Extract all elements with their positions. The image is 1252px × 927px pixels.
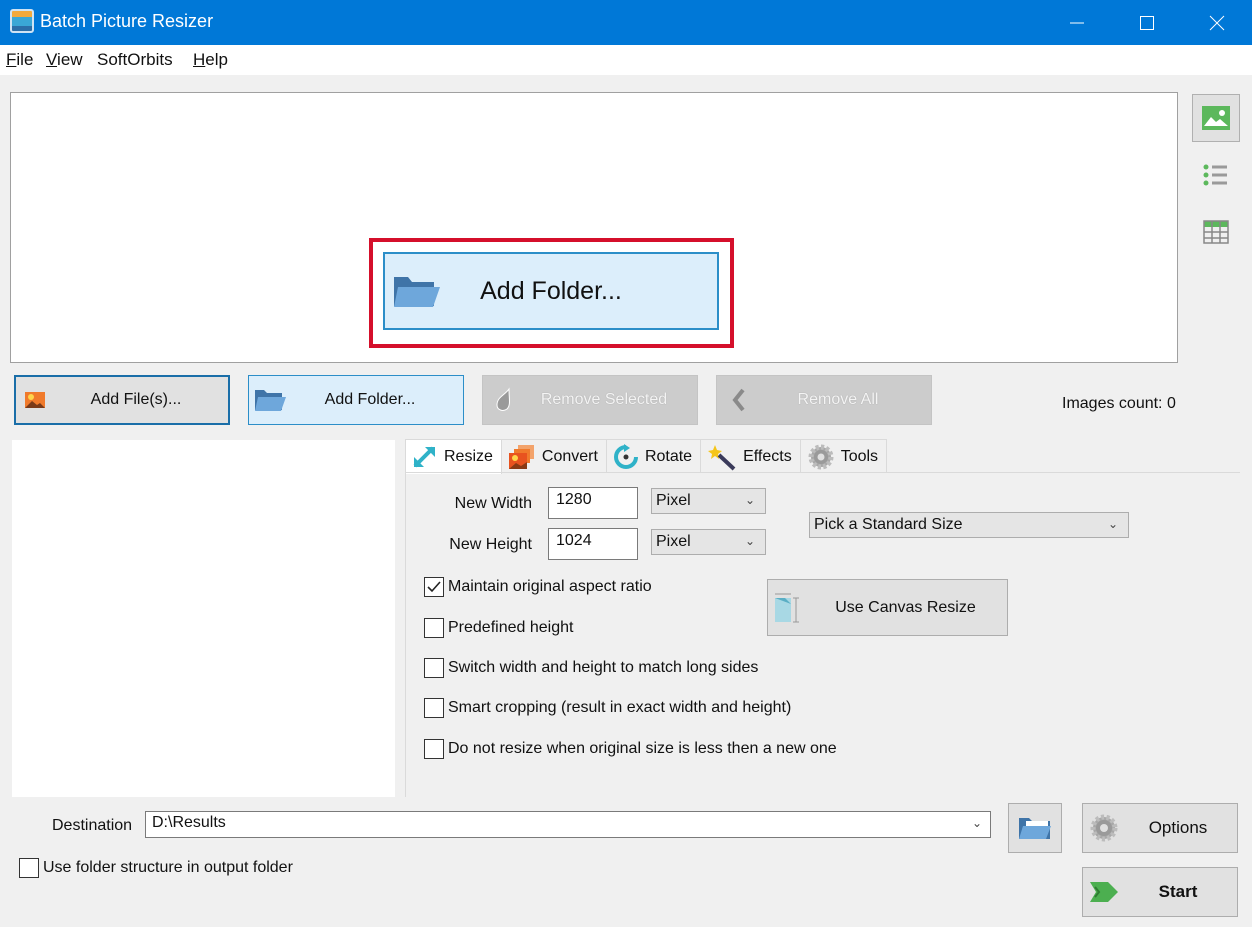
list-view-button[interactable] [1192,151,1240,199]
chevron-down-icon: ⌄ [744,534,755,548]
chevron-down-icon: ⌄ [1107,517,1118,531]
do-not-resize-smaller-checkbox[interactable]: Do not resize when original size is less… [424,739,837,759]
height-unit-select[interactable]: Pixel ⌄ [651,529,766,555]
tab-resize[interactable]: Resize [405,439,502,474]
remove-selected-button[interactable]: Remove Selected [482,375,698,425]
thumbnails-view-button[interactable] [1192,94,1240,142]
magic-wand-icon [708,444,736,470]
use-canvas-resize-button[interactable]: Use Canvas Resize [767,579,1008,636]
tab-bar: Resize Convert Rotate Effects Tools [405,439,888,474]
close-icon [1209,15,1225,30]
checkbox-box[interactable] [424,698,444,718]
file-list-panel[interactable] [12,440,395,797]
app-icon [10,9,34,33]
checkbox-box[interactable] [424,577,444,597]
options-button[interactable]: Options [1082,803,1238,853]
menu-softorbits[interactable]: SoftOrbits [97,50,173,70]
remove-all-button[interactable]: Remove All [716,375,932,425]
tab-effects[interactable]: Effects [700,439,801,473]
resize-arrows-icon [413,446,435,468]
tab-convert[interactable]: Convert [500,439,607,473]
tab-rotate[interactable]: Rotate [605,439,702,473]
add-folder-label: Add Folder... [480,276,622,305]
maintain-aspect-ratio-checkbox[interactable]: Maintain original aspect ratio [424,577,652,597]
checkbox-box[interactable] [19,858,39,878]
menu-bar: File View SoftOrbits Help [0,45,1252,75]
start-button[interactable]: Start [1082,867,1238,917]
new-height-label: New Height [449,536,532,553]
browse-destination-button[interactable] [1008,803,1062,853]
table-view-button[interactable] [1192,208,1240,256]
width-unit-select[interactable]: Pixel ⌄ [651,488,766,514]
new-width-label: New Width [454,495,532,512]
checkbox-box[interactable] [424,618,444,638]
destination-label: Destination [52,817,133,834]
standard-size-select[interactable]: Pick a Standard Size ⌄ [809,512,1129,538]
use-folder-structure-checkbox[interactable]: Use folder structure in output folder [19,858,293,878]
smart-cropping-checkbox[interactable]: Smart cropping (result in exact width an… [424,698,791,718]
checkmark-icon [427,581,441,593]
menu-view[interactable]: View [46,50,83,70]
add-files-button[interactable]: Add File(s)... [14,375,230,425]
rotate-icon [613,443,638,469]
new-height-input[interactable]: 1024 [548,528,638,560]
close-button[interactable] [1182,0,1252,45]
switch-width-height-checkbox[interactable]: Switch width and height to match long si… [424,658,758,678]
menu-file[interactable]: File [6,50,33,70]
checkbox-box[interactable] [424,658,444,678]
new-width-input[interactable]: 1280 [548,487,638,519]
maximize-icon [1140,15,1154,30]
add-folder-button-large[interactable]: Add Folder... [383,252,719,330]
minimize-button[interactable] [1042,0,1112,45]
menu-help[interactable]: Help [193,50,228,70]
image-icon [1202,106,1230,130]
maximize-button[interactable] [1112,0,1182,45]
minimize-icon [1070,22,1084,23]
table-icon [1203,220,1229,244]
window-title: Batch Picture Resizer [40,11,214,31]
title-bar: Batch Picture Resizer [0,0,1252,45]
list-icon [1203,164,1227,186]
open-folder-icon [1019,818,1051,839]
images-count: Images count: 0 [1062,395,1176,412]
tab-tools[interactable]: Tools [799,439,888,473]
add-folder-button[interactable]: Add Folder... [248,375,464,425]
chevron-down-icon[interactable]: ⌄ [972,816,982,830]
gear-icon [808,444,834,469]
convert-images-icon [508,444,534,469]
checkbox-box[interactable] [424,739,444,759]
predefined-height-checkbox[interactable]: Predefined height [424,618,573,638]
chevron-down-icon: ⌄ [744,493,755,507]
destination-input[interactable]: D:\Results ⌄ [145,811,991,838]
